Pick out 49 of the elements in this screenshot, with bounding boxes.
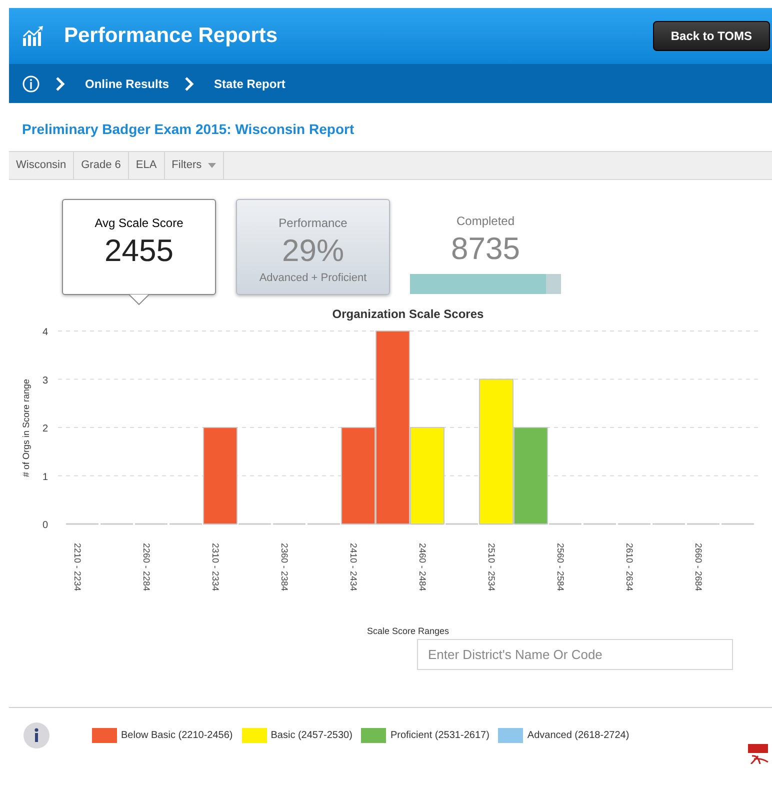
search-field[interactable]: Enter District's Name Or Code: [417, 639, 733, 670]
info-icon[interactable]: [22, 74, 40, 92]
x-tick-label: 2410 - 2434: [348, 543, 358, 592]
back-button[interactable]: Back to TOMS: [652, 21, 770, 51]
stat-card[interactable]: Avg Scale Score 2455: [62, 199, 216, 295]
x-tick-label: 2260 - 2284: [141, 543, 152, 592]
x-tick-label: 2610 - 2634: [624, 543, 634, 592]
stat-card[interactable]: Performance 29% Advanced + Proficient: [236, 199, 390, 295]
x-tick-label: 2460 - 2484: [417, 543, 428, 592]
app-title: Performance Reports: [64, 23, 278, 50]
chevron-icon: [55, 76, 65, 90]
chart-title: Organization Scale Scores: [332, 307, 484, 321]
x-axis-label: Scale Score Ranges: [366, 626, 450, 636]
y-tick-label: 0: [42, 520, 48, 531]
x-tick-label: 2210 - 2234: [72, 543, 82, 592]
filter-tag[interactable]: ELA: [128, 152, 165, 179]
legend-label: Proficient (2531-2617): [390, 728, 490, 742]
filter-tag[interactable]: Wisconsin: [9, 152, 74, 179]
x-tick-label: 2560 - 2584: [555, 543, 566, 592]
callout-pointer: [129, 294, 149, 305]
stat-value: 2455: [104, 232, 174, 270]
y-tick-label: 4: [42, 327, 48, 338]
filters-dropdown[interactable]: Filters: [164, 152, 224, 179]
legend-label: Below Basic (2210-2456): [121, 728, 233, 742]
y-tick-label: 3: [42, 375, 48, 386]
bar-chart-icon: [22, 26, 44, 46]
pdf-icon[interactable]: [748, 744, 770, 764]
progress-value: 8735: [451, 230, 520, 268]
y-tick-label: 2: [42, 424, 48, 434]
x-tick-label: 2310 - 2334: [210, 543, 220, 592]
stat-sublabel: Advanced + Proficient: [259, 271, 367, 286]
breadcrumb-link[interactable]: Online Results: [85, 74, 170, 92]
x-tick-label: 2660 - 2684: [693, 543, 704, 592]
x-tick-label: 2510 - 2534: [486, 543, 496, 592]
chevron-icon: [184, 76, 194, 90]
progress-label: Completed: [456, 213, 515, 230]
y-tick-label: 1: [42, 472, 48, 483]
x-tick-label: 2360 - 2384: [279, 543, 290, 592]
info-icon[interactable]: [23, 722, 50, 748]
stat-label: Avg Scale Score: [94, 215, 184, 232]
filter-tag[interactable]: Grade 6: [74, 152, 129, 179]
breadcrumb-link[interactable]: State Report: [214, 74, 286, 92]
legend-label: Basic (2457-2530): [270, 728, 352, 742]
legend-label: Advanced (2618-2724): [527, 728, 630, 742]
stat-label: Performance: [278, 215, 348, 232]
report-title: Preliminary Badger Exam 2015: Wisconsin Report: [22, 120, 356, 139]
y-axis-label: # of Orgs in Score range: [21, 378, 31, 478]
stat-value: 29%: [282, 232, 344, 270]
caret-icon: [208, 163, 216, 168]
